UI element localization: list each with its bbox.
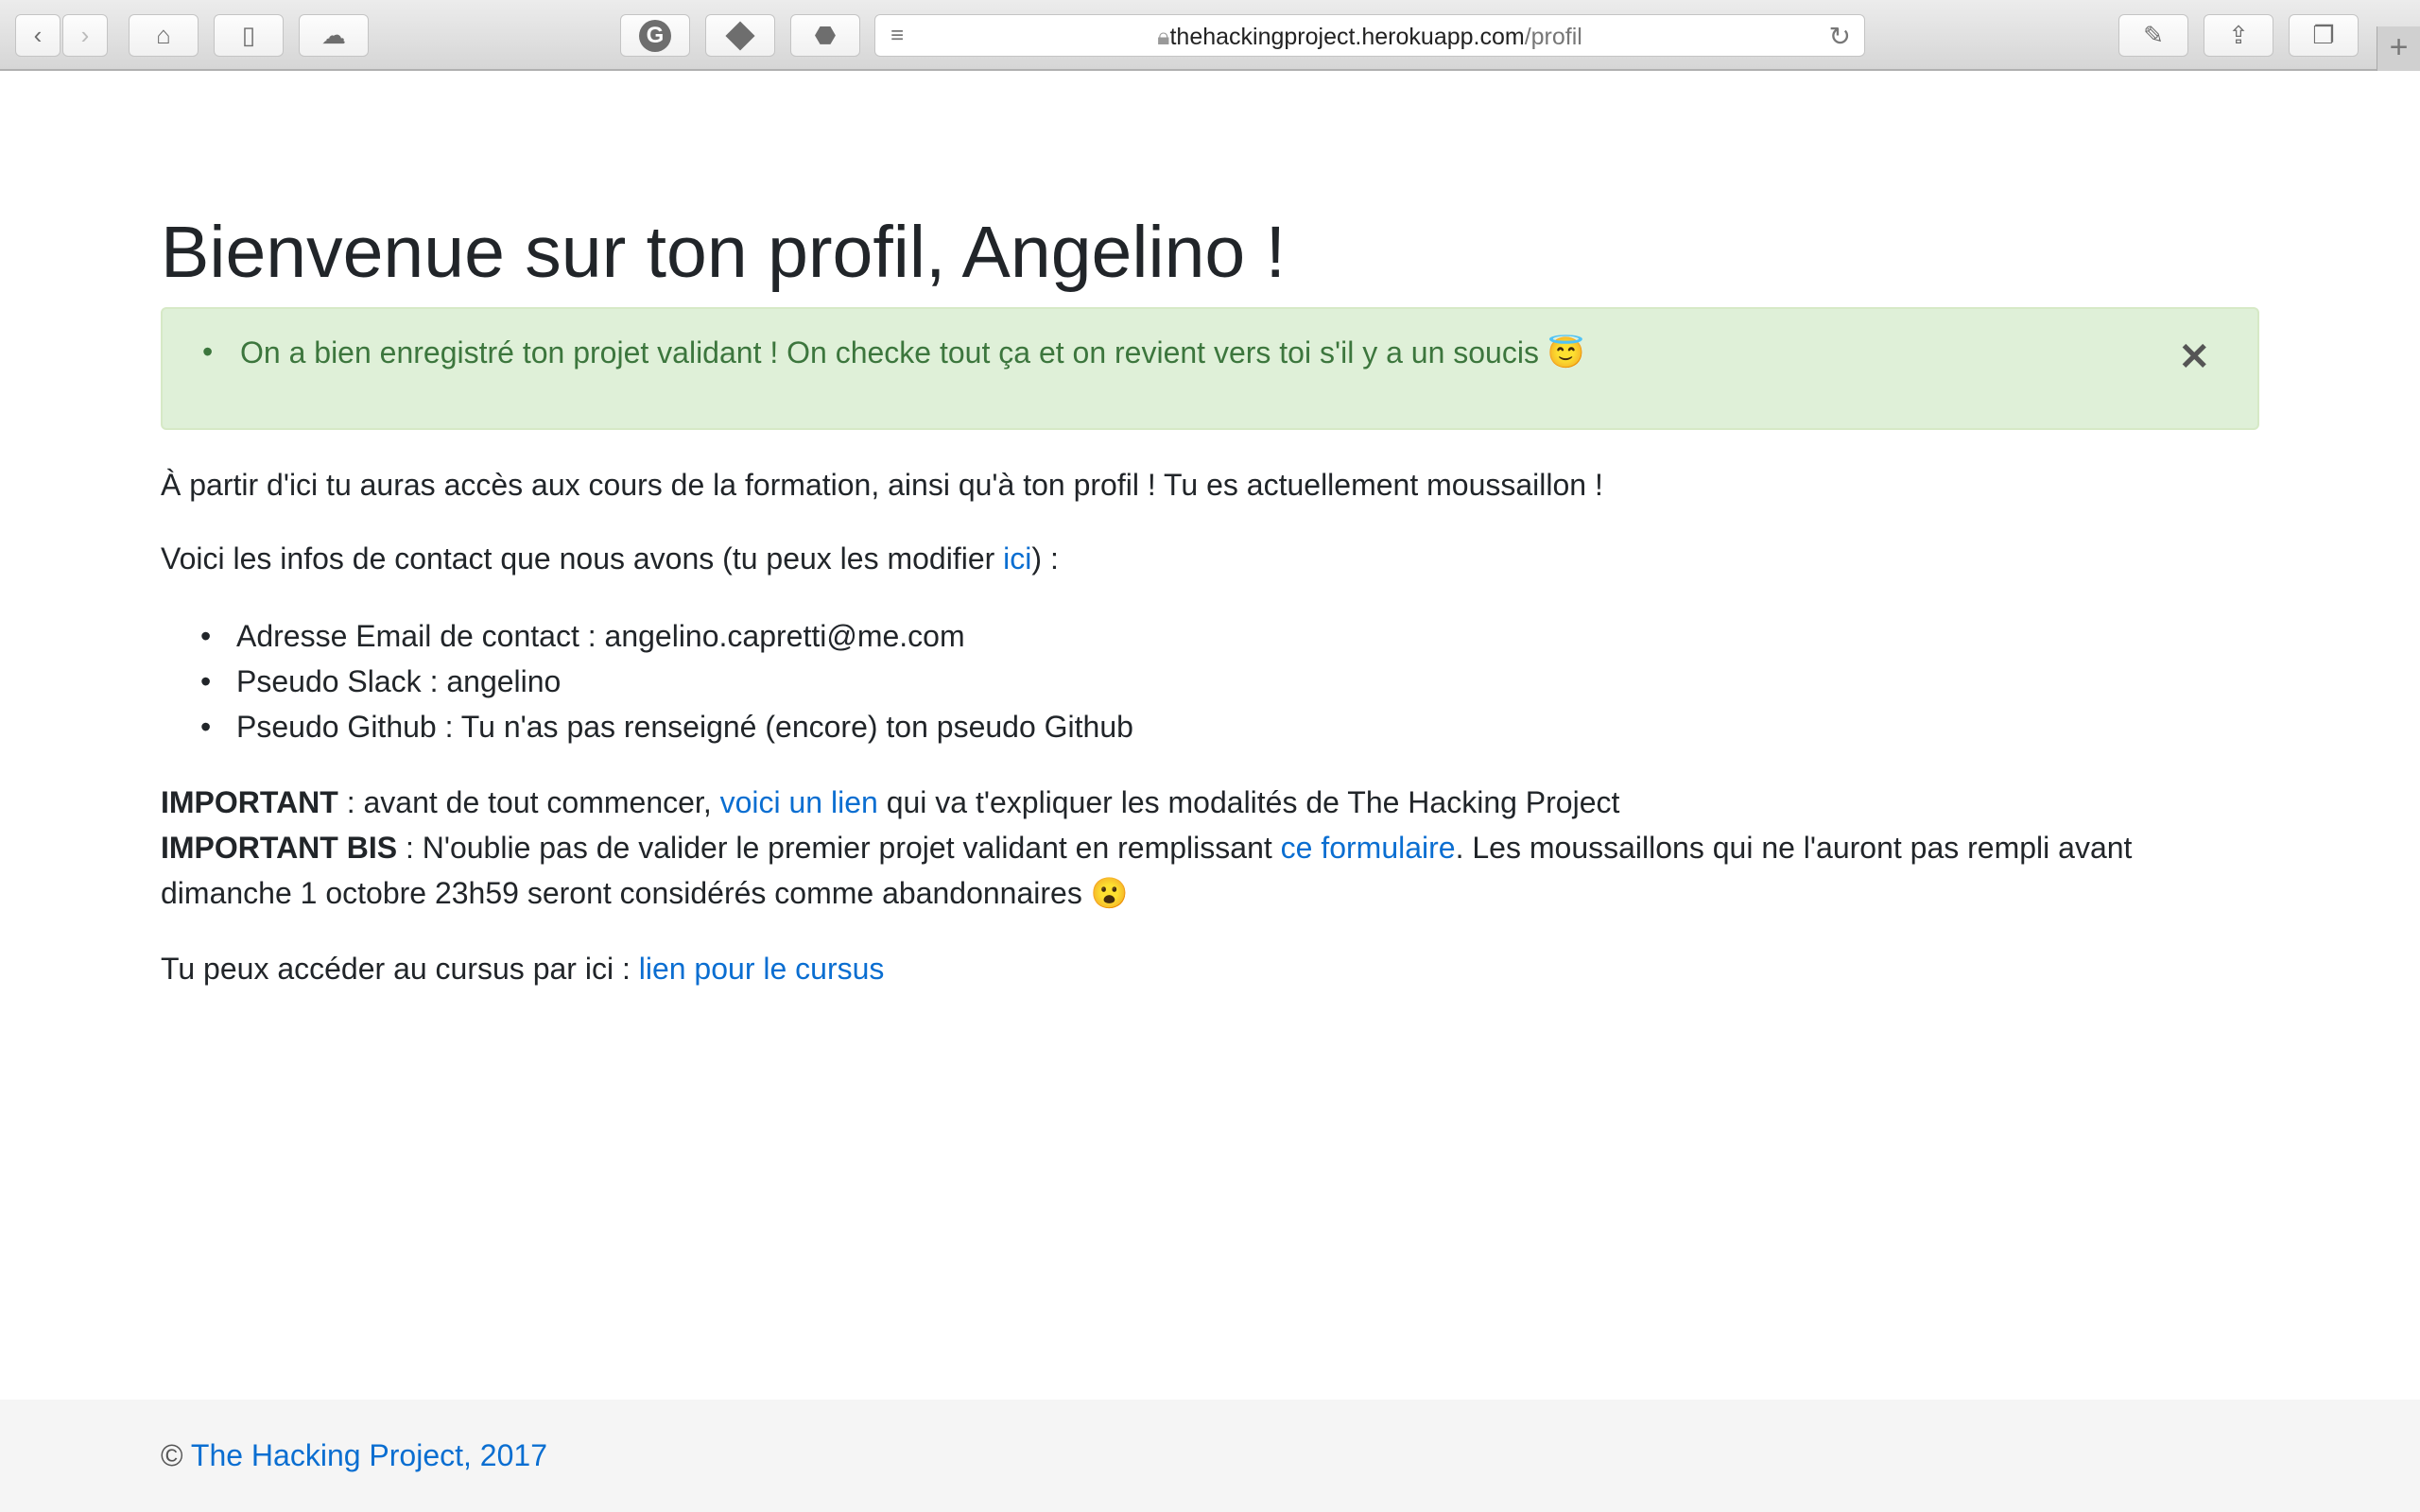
- cursus-link[interactable]: lien pour le cursus: [639, 952, 885, 986]
- form-link[interactable]: ce formulaire: [1281, 831, 1456, 865]
- important-bis-line2: dimanche 1 octobre 23h59 seront considér…: [161, 876, 1129, 910]
- back-button[interactable]: ‹: [15, 14, 60, 57]
- cloud-icon: ☁: [321, 21, 346, 49]
- important-prefix: : avant de tout commencer,: [337, 785, 720, 819]
- url-path: /profil: [1524, 24, 1582, 50]
- adblock-button[interactable]: ⬣: [790, 14, 860, 57]
- reload-icon[interactable]: ↻: [1829, 21, 1851, 52]
- success-alert: On a bien enregistré ton projet validant…: [161, 307, 2259, 430]
- list-item-slack: Pseudo Slack : angelino: [200, 659, 1133, 704]
- icloud-tabs-button[interactable]: ☁: [299, 14, 369, 57]
- tag-button[interactable]: [705, 14, 775, 57]
- address-bar[interactable]: ≡ 🔒︎thehackingproject.herokuapp.com/prof…: [874, 14, 1865, 57]
- copyright-symbol: ©: [161, 1438, 191, 1472]
- contact-prefix: Voici les infos de contact que nous avon…: [161, 541, 1004, 576]
- annotate-icon: ✎: [2143, 21, 2164, 49]
- important-bis-label: IMPORTANT BIS: [161, 831, 398, 865]
- new-tab-icon: +: [2389, 29, 2409, 65]
- forward-button[interactable]: ›: [62, 14, 108, 57]
- footer-link[interactable]: The Hacking Project, 2017: [191, 1438, 547, 1472]
- url-host: thehackingproject.herokuapp.com: [1169, 24, 1525, 50]
- list-item-github: Pseudo Github : Tu n'as pas renseigné (e…: [200, 704, 1133, 749]
- annotate-button[interactable]: ✎: [2118, 14, 2188, 57]
- important-bis-prefix: : N'oublie pas de valider le premier pro…: [397, 831, 1281, 865]
- edit-contact-link[interactable]: ici: [1003, 541, 1031, 576]
- forward-icon: ›: [80, 21, 90, 49]
- tabs-button[interactable]: ❐: [2289, 14, 2359, 57]
- sidebar-button[interactable]: ▯: [214, 14, 284, 57]
- home-icon: ⌂: [156, 21, 171, 49]
- important-label: IMPORTANT: [161, 785, 338, 819]
- adblock-icon: ⬣: [814, 21, 837, 49]
- close-icon[interactable]: ✕: [2178, 335, 2210, 379]
- sidebar-icon: ▯: [241, 21, 256, 49]
- home-button[interactable]: ⌂: [129, 14, 199, 57]
- browser-toolbar: ‹ › ⌂ ▯ ☁ G ⬣ ≡ 🔒︎thehackingproject.hero…: [0, 0, 2420, 71]
- important-bis-suffix: . Les moussaillons qui ne l'auront pas r…: [1455, 831, 2133, 865]
- new-tab-button[interactable]: +: [2377, 26, 2420, 71]
- important-suffix: qui va t'expliquer les modalités de The …: [877, 785, 1620, 819]
- important-notes: IMPORTANT : avant de tout commencer, voi…: [161, 780, 2132, 916]
- list-item-email: Adresse Email de contact : angelino.capr…: [200, 613, 1133, 659]
- cursus-text: Tu peux accéder au cursus par ici : lien…: [161, 946, 884, 991]
- modalities-link[interactable]: voici un lien: [720, 785, 878, 819]
- grammarly-icon: G: [639, 19, 671, 52]
- footer: © The Hacking Project, 2017: [0, 1400, 2420, 1512]
- tabs-icon: ❐: [2312, 21, 2335, 49]
- lock-icon: 🔒︎: [1157, 24, 1170, 50]
- contact-list: Adresse Email de contact : angelino.capr…: [200, 613, 1133, 749]
- alert-message: On a bien enregistré ton projet validant…: [202, 335, 1585, 370]
- share-button[interactable]: ⇪: [2204, 14, 2273, 57]
- page-title: Bienvenue sur ton profil, Angelino !: [161, 212, 1287, 293]
- share-icon: ⇪: [2228, 21, 2249, 49]
- cursus-prefix: Tu peux accéder au cursus par ici :: [161, 952, 639, 986]
- contact-suffix: ) :: [1031, 541, 1059, 576]
- tag-icon: [725, 20, 755, 51]
- intro-text: À partir d'ici tu auras accès aux cours …: [161, 468, 1603, 502]
- contact-intro: Voici les infos de contact que nous avon…: [161, 536, 1059, 581]
- grammarly-button[interactable]: G: [620, 14, 690, 57]
- back-icon: ‹: [33, 21, 43, 49]
